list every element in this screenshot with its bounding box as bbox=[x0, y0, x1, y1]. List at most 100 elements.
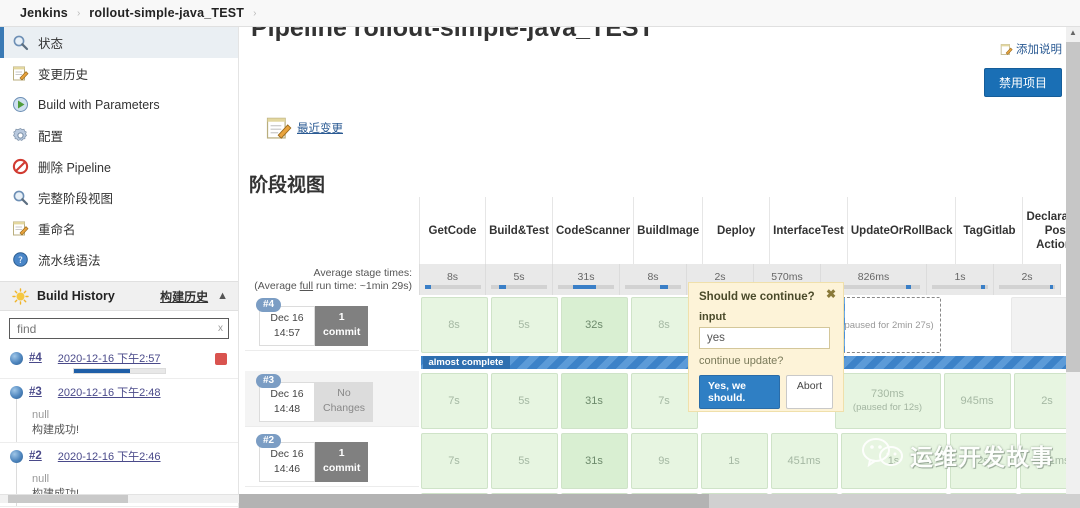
breadcrumb-jenkins[interactable]: Jenkins bbox=[20, 6, 68, 20]
sidebar-horizontal-scrollbar[interactable] bbox=[0, 494, 239, 503]
stage-average-value: 570ms bbox=[771, 270, 803, 283]
build-history-link[interactable]: 构建历史 bbox=[160, 288, 208, 305]
stage-average-value: 31s bbox=[577, 270, 595, 283]
input-dialog-abort-button[interactable]: Abort bbox=[785, 375, 833, 409]
stage-cell-paused[interactable]: (paused for 2min 27s) bbox=[834, 297, 941, 353]
recent-changes-label: 最近变更 bbox=[297, 123, 343, 135]
sidebar-item-status[interactable]: 状态 bbox=[0, 27, 238, 58]
input-dialog-confirm-button[interactable]: Yes, we should. bbox=[699, 375, 780, 409]
average-stage-times-line1: Average stage times: bbox=[313, 266, 412, 279]
build-date-link[interactable]: 2020-12-16 下午2:57 bbox=[58, 350, 161, 366]
breadcrumb-project[interactable]: rollout-simple-java_TEST bbox=[89, 6, 244, 20]
stage-cell[interactable]: 2s bbox=[949, 433, 1017, 489]
stage-cell[interactable]: 730ms (paused for 12s) bbox=[834, 373, 941, 429]
build-status-ball-icon bbox=[10, 351, 23, 365]
stage-average-bar bbox=[999, 284, 1055, 289]
stage-header-codescanner: CodeScanner bbox=[553, 197, 635, 264]
build-number-link[interactable]: #4 bbox=[29, 352, 42, 364]
stage-cell[interactable]: 1s bbox=[840, 433, 947, 489]
horizontal-scroll-thumb[interactable] bbox=[239, 494, 709, 508]
stage-cell-pause-note: (paused for 12s) bbox=[852, 402, 923, 413]
build-row-label[interactable]: #4 Dec 16 14:57 1 commit bbox=[245, 295, 419, 351]
vertical-scroll-thumb[interactable] bbox=[1066, 42, 1080, 372]
build-number-link[interactable]: #3 bbox=[29, 386, 42, 398]
build-row-number[interactable]: #3 bbox=[256, 374, 282, 388]
sidebar-item-delete-pipeline[interactable]: 删除 Pipeline bbox=[0, 151, 238, 182]
build-history-item[interactable]: #4 2020-12-16 下午2:57 bbox=[0, 345, 238, 379]
stage-average-bar bbox=[558, 284, 614, 289]
stage-cell-blank bbox=[942, 295, 1009, 355]
stage-cell[interactable]: 5s bbox=[490, 373, 558, 429]
stage-average-value: 5s bbox=[513, 270, 525, 283]
stage-average-cell: 8s bbox=[620, 264, 687, 295]
build-row-number[interactable]: #4 bbox=[256, 298, 282, 312]
main-content: Pipeline rollout-simple-java_TEST 添加说明 禁… bbox=[239, 27, 1080, 508]
stage-cell[interactable]: 31s bbox=[560, 373, 628, 429]
close-icon[interactable]: x bbox=[218, 323, 223, 334]
build-subtitle: null bbox=[32, 409, 50, 421]
page-vertical-scrollbar[interactable]: ▲ bbox=[1066, 27, 1080, 494]
sidebar-item-build-with-parameters[interactable]: Build with Parameters bbox=[0, 89, 238, 120]
build-row-label[interactable]: #2 Dec 16 14:46 1 commit bbox=[245, 431, 419, 487]
stage-cell[interactable]: 8s bbox=[420, 297, 488, 353]
build-date-link[interactable]: 2020-12-16 下午2:46 bbox=[58, 448, 161, 464]
stage-view-title: 阶段视图 bbox=[249, 175, 326, 196]
stop-build-icon[interactable] bbox=[215, 353, 227, 365]
build-history-item[interactable]: #3 2020-12-16 下午2:48 null 构建成功! bbox=[0, 379, 238, 443]
recent-changes[interactable]: 最近变更 bbox=[266, 115, 343, 141]
build-row-number[interactable]: #2 bbox=[256, 434, 282, 448]
stage-cell[interactable]: 945ms bbox=[943, 373, 1011, 429]
add-description-link[interactable]: 添加说明 bbox=[1000, 41, 1062, 57]
stage-cell[interactable]: 5s bbox=[490, 297, 558, 353]
stage-cell[interactable]: 9s bbox=[630, 433, 698, 489]
stage-header-updateorrollback: UpdateOrRollBack bbox=[847, 197, 957, 264]
stage-cell[interactable]: 1s bbox=[700, 433, 768, 489]
input-dialog-field-label: input bbox=[699, 311, 726, 323]
build-row-commit[interactable]: 1 commit bbox=[315, 306, 369, 346]
page-title: Pipeline rollout-simple-java_TEST bbox=[251, 27, 654, 42]
build-progress-bar bbox=[73, 368, 166, 374]
stage-cell-value: 730ms bbox=[870, 388, 905, 400]
sidebar-item-label: Build with Parameters bbox=[38, 97, 160, 112]
sidebar-item-label: 重命名 bbox=[38, 223, 76, 237]
stage-cell[interactable]: 31s bbox=[560, 433, 628, 489]
build-row-commit[interactable]: 1 commit bbox=[315, 442, 369, 482]
close-icon[interactable]: ✖ bbox=[826, 287, 836, 301]
stage-cell[interactable]: 7s bbox=[420, 433, 488, 489]
sidebar-item-label: 完整阶段视图 bbox=[38, 192, 114, 206]
input-dialog-field[interactable] bbox=[699, 327, 830, 349]
stage-view-table: GetCode Build&Test CodeScanner BuildImag… bbox=[245, 197, 1080, 508]
stage-cell[interactable]: 5s bbox=[490, 433, 558, 489]
stage-header-buildimage: BuildImage bbox=[634, 197, 704, 264]
scroll-up-icon[interactable]: ▲ bbox=[1066, 27, 1080, 39]
notepad-edit-icon bbox=[266, 115, 292, 141]
stage-cell[interactable]: 7s bbox=[420, 373, 488, 429]
stage-average-row: Average stage times: (Average full run t… bbox=[245, 264, 1080, 295]
sidebar-item-label: 配置 bbox=[38, 130, 64, 144]
disable-project-button[interactable]: 禁用项目 bbox=[983, 67, 1062, 97]
build-number-link[interactable]: #2 bbox=[29, 450, 42, 462]
stage-cell[interactable]: 451ms bbox=[770, 433, 838, 489]
stage-cell-value: 1s bbox=[887, 454, 900, 467]
input-dialog: ✖ Should we continue? input continue upd… bbox=[688, 282, 844, 412]
sidebar-item-pipeline-syntax[interactable]: ? 流水线语法 bbox=[0, 244, 238, 275]
play-gear-icon bbox=[12, 96, 29, 113]
sidebar-item-full-stage-view[interactable]: 完整阶段视图 bbox=[0, 182, 238, 213]
build-result: 构建成功! bbox=[32, 424, 80, 436]
stage-build-row: #4 Dec 16 14:57 1 commit 8s 5s 32s 8s (p… bbox=[245, 295, 1080, 371]
find-box[interactable]: x bbox=[9, 318, 229, 339]
find-input[interactable] bbox=[10, 319, 228, 338]
stage-horizontal-scrollbar[interactable] bbox=[239, 494, 1080, 508]
build-date-link[interactable]: 2020-12-16 下午2:48 bbox=[58, 384, 161, 400]
sun-icon bbox=[12, 287, 29, 305]
chevron-up-icon[interactable]: ▲ bbox=[217, 290, 228, 302]
sidebar-item-rename[interactable]: 重命名 bbox=[0, 213, 238, 244]
stage-average-value: 2s bbox=[714, 270, 726, 283]
magnifier-icon bbox=[12, 34, 29, 51]
sidebar-item-change-history[interactable]: 变更历史 bbox=[0, 58, 238, 89]
notepad-edit-icon bbox=[1000, 43, 1013, 56]
stage-cell[interactable]: 32s bbox=[560, 297, 628, 353]
sidebar-item-label: 状态 bbox=[38, 37, 64, 51]
sidebar-item-configure[interactable]: 配置 bbox=[0, 120, 238, 151]
build-row-label[interactable]: #3 Dec 16 14:48 No Changes bbox=[245, 371, 419, 427]
